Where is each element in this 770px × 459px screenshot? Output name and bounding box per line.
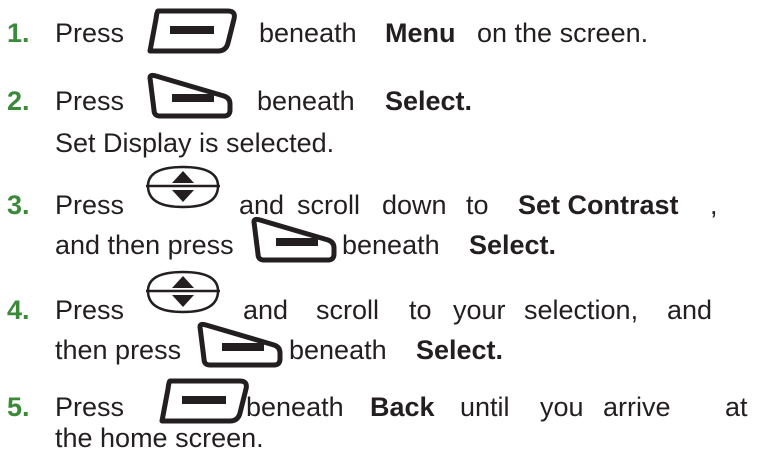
step-text: and then press (55, 230, 234, 260)
step-text: your (453, 295, 506, 325)
step-text: scroll (316, 295, 380, 325)
step-text: arrive (603, 392, 671, 422)
step-text: Press (55, 86, 125, 116)
step-number: 3. (7, 190, 30, 220)
step-text: on the screen. (477, 18, 649, 48)
step-text: to (466, 190, 489, 220)
select-label: Select. (469, 230, 557, 260)
step-number: 2. (7, 86, 30, 116)
step-text: Press (55, 295, 125, 325)
step-text: and (667, 295, 713, 325)
step-text: you (540, 392, 584, 422)
step-text: Press (55, 190, 125, 220)
step-text: selection, (524, 295, 639, 325)
left-softkey-icon (146, 7, 238, 55)
left-softkey-icon (158, 377, 250, 425)
step-number: 1. (7, 18, 30, 48)
step-text: beneath (289, 335, 387, 365)
instruction-steps: 1. Press beneath Menu on the screen. 2. … (0, 0, 770, 459)
step-text: then press (55, 335, 182, 365)
step-text: Press (55, 392, 125, 422)
back-label: Back (370, 392, 435, 422)
step-number: 4. (7, 295, 30, 325)
set-contrast-label: Set Contrast (518, 190, 679, 220)
select-label: Select. (416, 335, 504, 365)
step-text: , (710, 190, 718, 220)
step-text: beneath (259, 18, 357, 48)
step-text: Set Display is selected. (55, 128, 335, 158)
step-text: beneath (257, 86, 355, 116)
step-text: Press (55, 18, 125, 48)
select-label: Select. (385, 86, 473, 116)
scroll-key-icon (144, 165, 222, 209)
step-text: beneath (246, 392, 344, 422)
step-text: until (460, 392, 510, 422)
step-text: at (725, 392, 748, 422)
right-softkey-icon (146, 72, 236, 122)
menu-label: Menu (385, 18, 456, 48)
step-text: to (409, 295, 432, 325)
step-text: down (382, 190, 447, 220)
step-number: 5. (7, 392, 30, 422)
right-softkey-icon (196, 321, 286, 371)
step-text: beneath (342, 230, 440, 260)
step-text: the home screen. (55, 423, 264, 453)
right-softkey-icon (250, 216, 340, 266)
scroll-key-icon (144, 270, 222, 314)
